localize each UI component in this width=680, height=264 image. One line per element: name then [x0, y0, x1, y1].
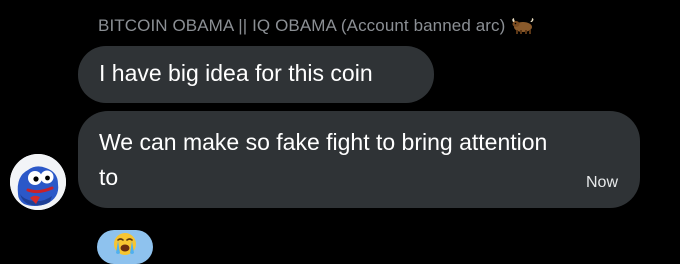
- message-bubble[interactable]: We can make so fake fight to bring atten…: [78, 111, 640, 208]
- message-text-line: to: [99, 164, 119, 190]
- sender-avatar[interactable]: [10, 154, 66, 210]
- message-text-line: We can make so fake fight to bring atten…: [99, 129, 548, 155]
- message-text: I have big idea for this coin: [99, 60, 373, 86]
- message-bubble[interactable]: I have big idea for this coin: [78, 46, 434, 103]
- pepe-frog-avatar-icon: [10, 154, 66, 210]
- ox-icon: [511, 17, 535, 35]
- reaction-badge[interactable]: [97, 230, 153, 264]
- sender-name[interactable]: BITCOIN OBAMA || IQ OBAMA (Account banne…: [98, 16, 505, 36]
- message-timestamp: Now: [585, 174, 618, 191]
- loudly-crying-face-icon: [114, 233, 136, 255]
- sender-header: BITCOIN OBAMA || IQ OBAMA (Account banne…: [98, 14, 535, 38]
